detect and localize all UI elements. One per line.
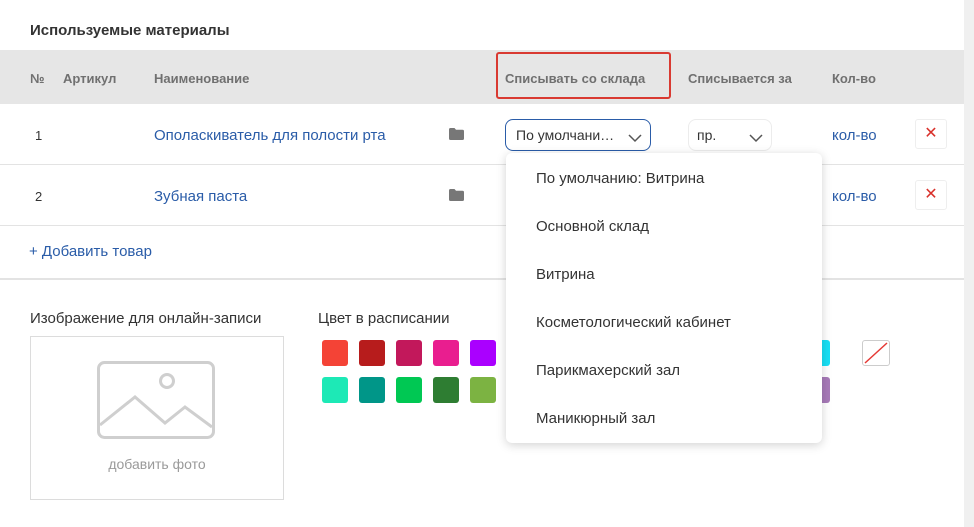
section-title: Используемые материалы [30, 22, 230, 39]
dropdown-option[interactable]: Парикмахерский зал [536, 362, 680, 379]
color-swatch[interactable] [359, 340, 385, 366]
color-swatch[interactable] [470, 377, 496, 403]
close-icon: ✕ [924, 125, 938, 142]
color-swatch[interactable] [396, 340, 422, 366]
chevron-down-icon [749, 130, 763, 148]
header-name: Наименование [154, 71, 250, 86]
highlight-box [496, 52, 671, 99]
warehouse-select[interactable]: По умолчани… [505, 119, 651, 151]
header-writeoff-per: Списывается за [688, 71, 792, 86]
close-icon: ✕ [924, 186, 938, 203]
header-qty: Кол-во [832, 71, 876, 86]
dropdown-option[interactable]: Витрина [536, 266, 595, 283]
scrollbar[interactable] [964, 0, 974, 527]
color-swatch[interactable] [322, 340, 348, 366]
dropdown-option[interactable]: Косметологический кабинет [536, 314, 731, 331]
quantity-link[interactable]: кол-во [832, 188, 877, 205]
color-swatch[interactable] [322, 377, 348, 403]
folder-icon[interactable] [449, 189, 464, 201]
color-swatch[interactable] [359, 377, 385, 403]
table-header: № Артикул Наименование Списывать со скла… [0, 50, 964, 104]
image-placeholder-icon [97, 361, 215, 444]
image-upload-box[interactable]: добавить фото [30, 336, 284, 500]
product-name-link[interactable]: Ополаскиватель для полости рта [154, 127, 386, 144]
quantity-link[interactable]: кол-во [832, 127, 877, 144]
unit-select[interactable]: пр. [688, 119, 772, 151]
folder-icon[interactable] [449, 128, 464, 140]
color-swatch[interactable] [433, 340, 459, 366]
dropdown-option[interactable]: По умолчанию: Витрина [536, 170, 704, 187]
add-product-link[interactable]: + Добавить товар [29, 243, 152, 260]
header-num: № [30, 71, 45, 86]
add-photo-label: добавить фото [108, 456, 206, 472]
header-article: Артикул [63, 71, 117, 86]
delete-row-button[interactable]: ✕ [915, 180, 947, 210]
dropdown-option[interactable]: Основной склад [536, 218, 649, 235]
dropdown-option[interactable]: Маникюрный зал [536, 410, 655, 427]
image-section-label: Изображение для онлайн-записи [30, 310, 262, 327]
warehouse-select-value: По умолчани… [516, 127, 615, 143]
color-section-label: Цвет в расписании [318, 310, 450, 327]
color-swatch[interactable] [433, 377, 459, 403]
warehouse-dropdown: По умолчанию: Витрина Основной склад Вит… [506, 153, 822, 443]
no-color-swatch[interactable] [862, 340, 890, 366]
delete-row-button[interactable]: ✕ [915, 119, 947, 149]
row-number: 2 [35, 189, 43, 204]
color-swatch[interactable] [470, 340, 496, 366]
unit-select-value: пр. [697, 127, 717, 143]
row-number: 1 [35, 128, 43, 143]
product-name-link[interactable]: Зубная паста [154, 188, 247, 205]
chevron-down-icon [628, 130, 642, 148]
color-swatch[interactable] [396, 377, 422, 403]
